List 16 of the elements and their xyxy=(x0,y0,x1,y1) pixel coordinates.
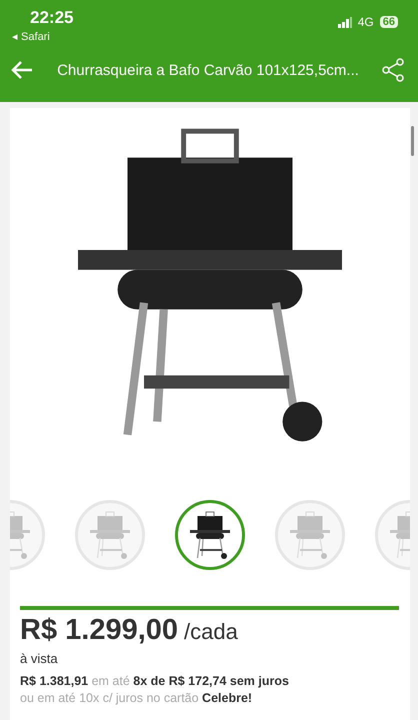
status-time: 22:25 xyxy=(30,8,74,28)
share-icon xyxy=(382,58,404,82)
scroll-bar xyxy=(411,126,414,156)
price-unit: /cada xyxy=(184,619,238,645)
network-label: 4G xyxy=(358,15,374,29)
signal-icon xyxy=(338,16,352,28)
back-button[interactable] xyxy=(10,60,34,80)
page-title: Churrasqueira a Bafo Carvão 101x125,5cm... xyxy=(56,62,360,78)
back-arrow-icon xyxy=(10,60,34,80)
price-amount: R$ 1.299,00 xyxy=(20,614,178,647)
share-button[interactable] xyxy=(382,58,404,82)
back-to-app-link[interactable]: ◂ Safari xyxy=(12,30,74,43)
payment-note: à vista xyxy=(20,651,59,666)
installment-text: R$ 1.381,91 em até 8x de R$ 172,74 sem juros xyxy=(20,674,290,688)
battery-level: 66 xyxy=(380,16,398,28)
card-offer-text: ou em até 10x c/ juros no cartão Celebre! xyxy=(20,691,254,705)
